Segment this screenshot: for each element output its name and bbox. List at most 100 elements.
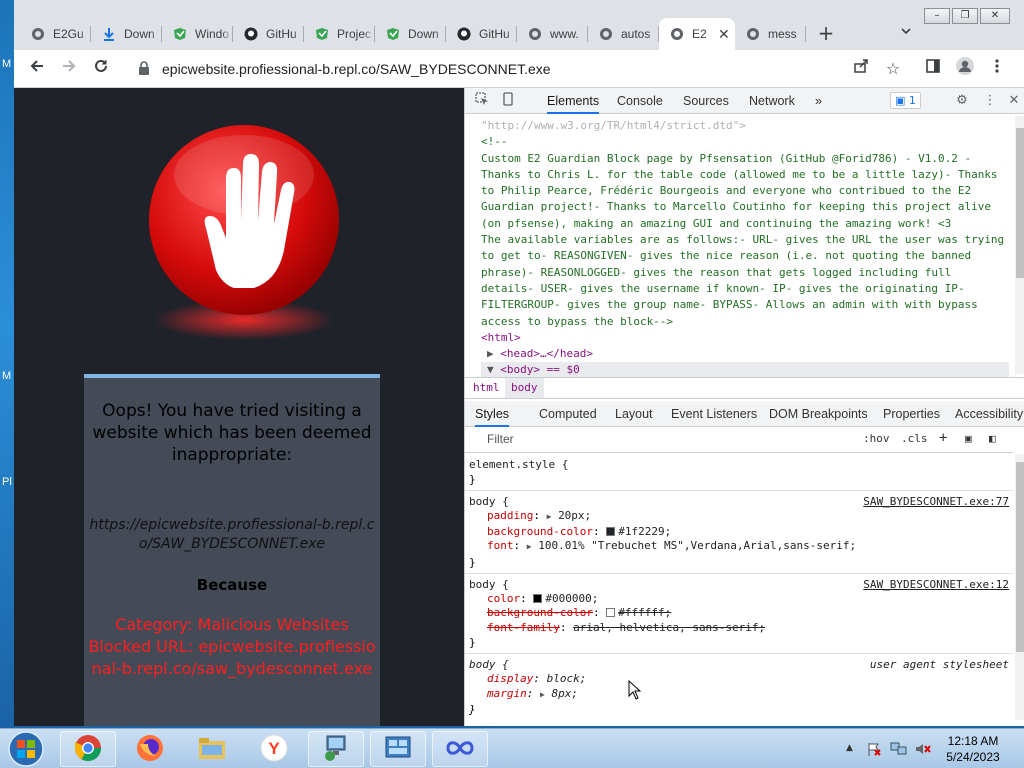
taskbar-infinity-app[interactable] (432, 731, 488, 767)
restore-button[interactable]: ❐ (952, 8, 978, 24)
tray-expand-icon[interactable]: ▲ (846, 743, 853, 753)
url-text[interactable]: epicwebsite.profiessional-b.repl.co/SAW_… (162, 61, 551, 77)
browser-tab-active[interactable]: E2 ✕ (659, 18, 735, 50)
expand-triangle-icon[interactable]: ▶ (547, 512, 552, 521)
issues-badge[interactable]: ▣ 1 (890, 92, 921, 109)
expand-triangle-icon[interactable]: ▶ (540, 690, 545, 699)
kebab-menu-icon[interactable]: ⋮ (981, 92, 999, 110)
desktop-icon-label[interactable]: Pl (2, 476, 12, 488)
profile-button[interactable] (952, 56, 978, 82)
breadcrumb-html[interactable]: html (473, 378, 500, 398)
desktop-icon-label[interactable]: M (2, 370, 11, 382)
minimize-button[interactable]: – (924, 8, 950, 24)
html-node[interactable]: <html> (481, 330, 1009, 346)
body-node[interactable]: ▼ <body> == $0 (481, 362, 1009, 377)
browser-tab[interactable]: www. (517, 18, 588, 50)
desktop-icon-label[interactable]: M (2, 58, 11, 70)
declaration[interactable]: padding: ▶ 20px; (469, 509, 1009, 525)
head-node[interactable]: ▶ <head>…</head> (481, 346, 1009, 362)
close-window-button[interactable]: ✕ (980, 8, 1010, 24)
blocked-url-text[interactable]: https://epicwebsite.profiessional-b.repl… (88, 516, 376, 554)
style-rule-user-agent[interactable]: body { user agent stylesheet display: bl… (465, 654, 1013, 720)
filter-input[interactable]: Filter (487, 432, 514, 446)
close-tab-icon[interactable]: ✕ (718, 26, 730, 43)
browser-tab[interactable]: mess (735, 18, 806, 50)
taskbar-explorer[interactable] (184, 731, 240, 767)
scrollbar-thumb[interactable] (1016, 128, 1024, 278)
share-button[interactable] (848, 56, 874, 82)
rule-source-link[interactable]: SAW_BYDESCONNET.exe:12 (863, 578, 1009, 591)
paint-icon[interactable]: ▣ (965, 432, 972, 445)
start-button[interactable] (4, 729, 48, 768)
more-tabs-button[interactable]: » (815, 88, 822, 114)
class-button[interactable]: .cls (901, 432, 928, 445)
color-swatch[interactable] (606, 526, 616, 536)
expand-triangle-icon[interactable]: ▶ (487, 347, 500, 360)
doctype-node[interactable]: "http://www.w3.org/TR/html4/strict.dtd"> (481, 118, 1009, 134)
breadcrumb-body[interactable]: body (505, 378, 544, 398)
declaration[interactable]: color: #000000; (469, 592, 1009, 607)
toggle-sidebar-icon[interactable]: ◧ (989, 432, 996, 445)
reload-button[interactable] (88, 56, 114, 82)
device-toolbar-icon[interactable] (499, 92, 517, 110)
declaration[interactable]: display: block; (469, 672, 1009, 687)
taskbar-control-panel[interactable] (370, 731, 426, 767)
color-swatch[interactable] (606, 608, 616, 617)
tab-search-button[interactable] (894, 22, 918, 46)
tab-console[interactable]: Console (617, 88, 663, 114)
tab-elements[interactable]: Elements (547, 88, 600, 114)
browser-tab[interactable]: Projec (304, 18, 375, 50)
taskbar-yandex[interactable]: Y (246, 731, 302, 767)
menu-button[interactable] (984, 56, 1010, 82)
style-rule-element[interactable]: element.style { } (465, 454, 1013, 491)
declaration[interactable]: margin: ▶ 8px; (469, 687, 1009, 703)
expand-triangle-icon[interactable]: ▼ (487, 363, 500, 376)
hover-state-button[interactable]: :hov (863, 432, 890, 445)
browser-tab[interactable]: GitHu (233, 18, 304, 50)
back-button[interactable] (24, 56, 50, 82)
bookmark-button[interactable]: ☆ (880, 56, 906, 82)
address-bar[interactable]: epicwebsite.profiessional-b.repl.co/SAW_… (124, 54, 904, 84)
lock-icon[interactable] (138, 60, 152, 78)
styles-scrollbar[interactable] (1015, 454, 1024, 720)
tab-accessibility[interactable]: Accessibility (955, 401, 1023, 427)
forward-button[interactable] (56, 56, 82, 82)
dom-scrollbar[interactable] (1015, 116, 1024, 374)
style-rule-body-77[interactable]: body { SAW_BYDESCONNET.exe:77 padding: ▶… (465, 491, 1013, 574)
inspect-element-icon[interactable] (473, 92, 491, 110)
tab-properties[interactable]: Properties (883, 401, 940, 427)
browser-tab[interactable]: E2Gu (20, 18, 91, 50)
close-icon[interactable]: ✕ (1005, 92, 1023, 110)
comment-open[interactable]: <!-- (481, 134, 1009, 150)
new-tab-button[interactable]: + (814, 22, 838, 46)
browser-tab[interactable]: GitHu (446, 18, 517, 50)
taskbar-firefox[interactable] (122, 731, 178, 767)
tab-computed[interactable]: Computed (539, 401, 597, 427)
tab-network[interactable]: Network (749, 88, 795, 114)
taskbar-network-app[interactable] (308, 731, 364, 767)
declaration-overridden[interactable]: background-color: #ffffff; (469, 606, 1009, 621)
tray-network-icon[interactable] (890, 741, 908, 760)
tab-layout[interactable]: Layout (615, 401, 653, 427)
declaration-overridden[interactable]: font-family: arial, helvetica, sans-seri… (469, 621, 1009, 636)
tray-flag-icon[interactable] (866, 741, 882, 760)
system-clock[interactable]: 12:18 AM 5/24/2023 (940, 733, 1006, 765)
new-rule-button[interactable]: + (939, 430, 947, 446)
tray-volume-icon[interactable] (914, 741, 932, 760)
tab-event-listeners[interactable]: Event Listeners (671, 401, 757, 427)
taskbar-chrome[interactable] (60, 731, 116, 767)
browser-tab[interactable]: autos (588, 18, 659, 50)
expand-triangle-icon[interactable]: ▶ (527, 542, 532, 551)
side-panel-button[interactable] (920, 56, 946, 82)
tab-styles[interactable]: Styles (475, 401, 510, 427)
comment-node[interactable]: Custom E2 Guardian Block page by Pfsensa… (481, 151, 1009, 330)
browser-tab[interactable]: Down (91, 18, 162, 50)
declaration[interactable]: font: ▶ 100.01% "Trebuchet MS",Verdana,A… (469, 539, 1009, 555)
scrollbar-thumb[interactable] (1016, 462, 1024, 652)
browser-tab[interactable]: Down (375, 18, 446, 50)
tab-sources[interactable]: Sources (683, 88, 729, 114)
color-swatch[interactable] (533, 593, 543, 603)
browser-tab[interactable]: Windo (162, 18, 233, 50)
gear-icon[interactable]: ⚙ (953, 92, 971, 110)
rule-source-link[interactable]: SAW_BYDESCONNET.exe:77 (863, 495, 1009, 508)
